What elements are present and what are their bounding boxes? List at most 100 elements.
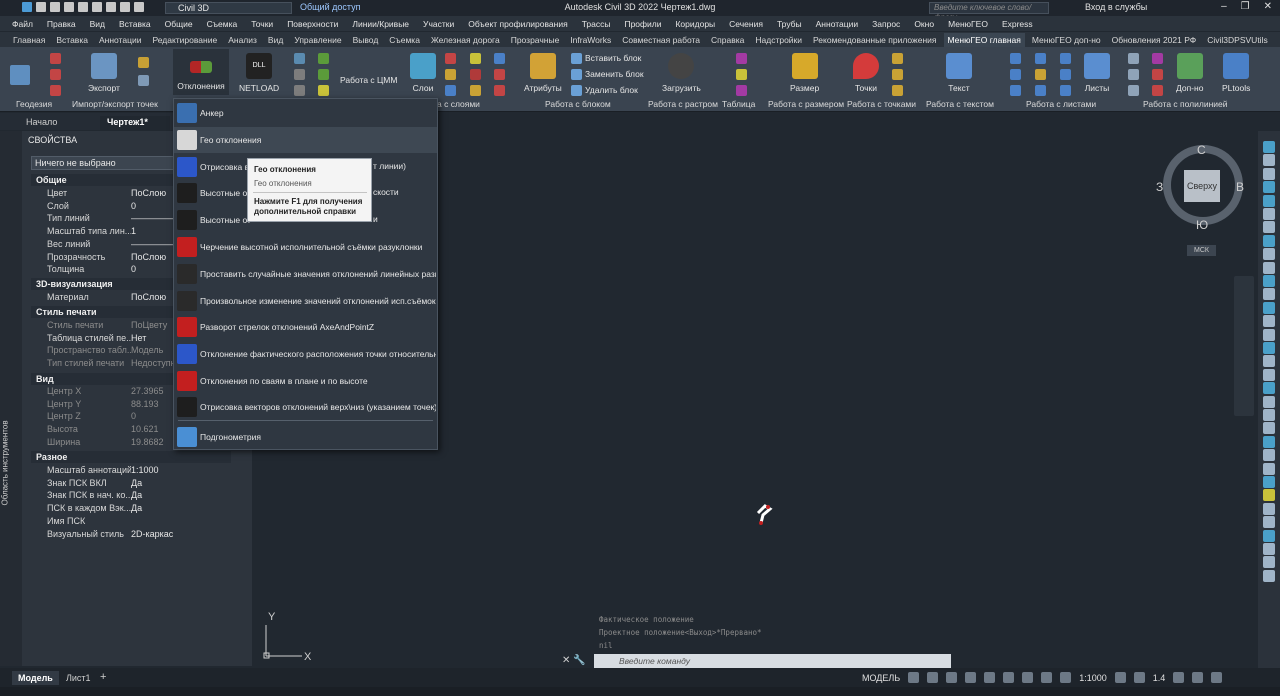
- draw-tool-icon[interactable]: [1263, 355, 1275, 368]
- ribbon-tab[interactable]: Вид: [268, 35, 283, 45]
- panel-title-text[interactable]: Работа с текстом: [926, 99, 994, 109]
- draw-tool-icon[interactable]: [1263, 489, 1275, 502]
- ribbon-tab[interactable]: МенюГЕО главная: [943, 32, 1025, 47]
- property-value[interactable]: Да: [131, 502, 231, 514]
- draw-tool-icon[interactable]: [1263, 556, 1275, 569]
- menu-item[interactable]: Запрос: [872, 19, 900, 29]
- sheet-tool-icon[interactable]: [1010, 69, 1021, 80]
- layer-tool-icon[interactable]: [470, 85, 481, 96]
- size-button[interactable]: Размер: [790, 53, 819, 93]
- xyz-icon[interactable]: [318, 85, 329, 96]
- property-value[interactable]: 1:1000: [131, 464, 231, 476]
- menu-item[interactable]: Участки: [423, 19, 454, 29]
- minimize-icon[interactable]: –: [1221, 1, 1227, 12]
- draw-tool-icon[interactable]: [1263, 194, 1275, 207]
- import-icon[interactable]: [138, 57, 149, 68]
- sheet-tool-icon[interactable]: [1035, 69, 1046, 80]
- survey-tool-icon[interactable]: [50, 69, 61, 80]
- viewcube-west[interactable]: З: [1156, 180, 1163, 194]
- menu-item[interactable]: Линии/Кривые: [352, 19, 409, 29]
- dtm-icon[interactable]: [318, 53, 329, 64]
- point-tool-icon[interactable]: [892, 53, 903, 64]
- draw-tool-icon[interactable]: [1263, 462, 1275, 475]
- ribbon-tab[interactable]: МенюГЕО доп-но: [1032, 35, 1101, 45]
- add-layout-icon[interactable]: +: [100, 671, 106, 683]
- menu-item-0[interactable]: Анкер: [174, 100, 437, 126]
- ribbon-tab[interactable]: Вывод: [353, 35, 379, 45]
- draw-tool-icon[interactable]: [1263, 342, 1275, 354]
- close-icon[interactable]: ✕: [1264, 1, 1272, 12]
- extra-button[interactable]: Доп-но: [1176, 53, 1203, 93]
- ribbon-tab[interactable]: Железная дорога: [431, 35, 500, 45]
- panel-title-block[interactable]: Работа с блоком: [545, 99, 611, 109]
- menu-item[interactable]: Аннотации: [816, 19, 859, 29]
- panel-title-layers[interactable]: а с слоями: [437, 99, 480, 109]
- menu-item[interactable]: Объект профилирования: [468, 19, 567, 29]
- ucs-menu[interactable]: МСК: [1187, 245, 1216, 256]
- draw-tool-icon[interactable]: [1263, 543, 1275, 555]
- layer-tool-icon[interactable]: [445, 53, 456, 64]
- gear-icon[interactable]: [1114, 672, 1126, 683]
- points-button[interactable]: Точки: [853, 53, 879, 93]
- tab-layout1[interactable]: Лист1: [66, 673, 91, 683]
- property-row[interactable]: Имя ПСК: [31, 515, 231, 527]
- close-icon[interactable]: ✕: [562, 655, 570, 666]
- ribbon-tab[interactable]: Справка: [711, 35, 744, 45]
- ribbon-tab[interactable]: Прозрачные: [511, 35, 560, 45]
- layer-tool-icon[interactable]: [445, 69, 456, 80]
- polyline-tool-icon[interactable]: [1128, 85, 1139, 96]
- sheet-tool-icon[interactable]: [1035, 53, 1046, 64]
- wrench-icon[interactable]: 🔧: [573, 655, 585, 666]
- lineweight-icon[interactable]: [1003, 672, 1015, 683]
- layer-tool-icon[interactable]: [494, 69, 505, 80]
- insert-block-button[interactable]: Вставить блок: [585, 53, 641, 63]
- draw-tool-icon[interactable]: [1263, 382, 1275, 395]
- attributes-button[interactable]: Атрибуты: [524, 53, 562, 93]
- tab-model[interactable]: Модель: [12, 671, 59, 685]
- draw-tool-icon[interactable]: [1263, 315, 1275, 328]
- sheet-tool-icon[interactable]: [1060, 69, 1071, 80]
- menu-item[interactable]: МенюГЕО: [948, 19, 988, 29]
- panel-title-raster[interactable]: Работа с растром: [648, 99, 718, 109]
- section-header-misc[interactable]: Разное: [31, 451, 231, 463]
- menu-item[interactable]: Вставка: [119, 19, 151, 29]
- property-row[interactable]: ПСК в каждом Вэк... Да: [31, 502, 231, 514]
- ribbon-tab[interactable]: Совместная работа: [622, 35, 700, 45]
- draw-tool-icon[interactable]: [1263, 409, 1275, 421]
- draw-tool-icon[interactable]: [1263, 529, 1275, 542]
- draw-tool-icon[interactable]: [1263, 301, 1275, 314]
- annotation-scale[interactable]: 1:1000: [1079, 673, 1107, 683]
- viewcube-east[interactable]: В: [1236, 180, 1244, 194]
- ribbon-tab[interactable]: Аннотации: [99, 35, 142, 45]
- sheet-tool-icon[interactable]: [1060, 53, 1071, 64]
- menu-item[interactable]: Точки: [251, 19, 273, 29]
- menu-item[interactable]: Файл: [12, 19, 33, 29]
- survey-tool-icon[interactable]: [50, 85, 61, 96]
- delete-block-button[interactable]: Удалить блок: [585, 85, 638, 95]
- undo-icon[interactable]: [120, 2, 130, 12]
- panel-title-import-export[interactable]: Импорт/экспорт точек: [72, 99, 158, 109]
- panel-title-points[interactable]: Работа с точками: [847, 99, 916, 109]
- app-menu-icon[interactable]: [22, 2, 32, 12]
- selection-cycling-icon[interactable]: [1041, 672, 1053, 683]
- menu-item-12[interactable]: Подгонометрия: [174, 424, 437, 450]
- workspace-select[interactable]: Civil 3D: [165, 2, 292, 14]
- menu-item[interactable]: Профили: [624, 19, 661, 29]
- ribbon-tab[interactable]: Рекомендованные приложения: [813, 35, 936, 45]
- transparency-icon[interactable]: [1022, 672, 1034, 683]
- ribbon-tab[interactable]: Civil3DPSVUtils: [1207, 35, 1267, 45]
- menu-item[interactable]: Коридоры: [675, 19, 715, 29]
- table-icon[interactable]: [736, 69, 747, 80]
- load-button[interactable]: Загрузить: [662, 53, 701, 93]
- menu-item[interactable]: Поверхности: [287, 19, 338, 29]
- customize-icon[interactable]: [1211, 672, 1223, 683]
- snap-icon[interactable]: [927, 672, 939, 683]
- draw-tool-icon[interactable]: [1263, 435, 1275, 448]
- model-space-toggle[interactable]: МОДЕЛЬ: [862, 673, 900, 683]
- menu-item-10[interactable]: Отклонения по сваям в плане и по высоте: [174, 368, 437, 394]
- plus-icon[interactable]: [1133, 672, 1145, 683]
- table-icon[interactable]: [736, 53, 747, 64]
- grid-icon[interactable]: [908, 672, 920, 683]
- dtm-button[interactable]: Работа с ЦММ: [340, 75, 397, 85]
- menu-item-7[interactable]: Произвольное изменение значений отклонен…: [174, 288, 437, 314]
